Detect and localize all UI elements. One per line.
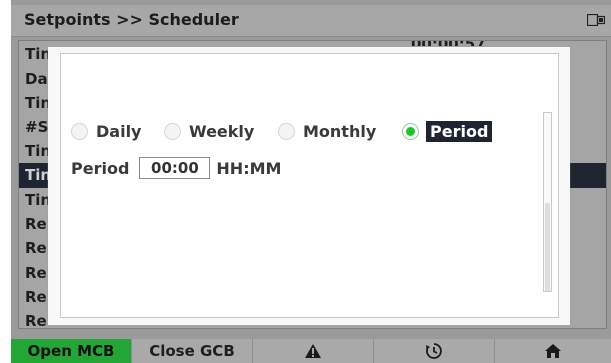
radio-circle-checked[interactable] — [402, 122, 419, 140]
header-bar: Setpoints >> Scheduler — [11, 5, 611, 37]
alarm-button[interactable] — [253, 339, 374, 363]
radio-circle[interactable] — [164, 122, 181, 140]
radio-label: Daily — [96, 121, 142, 141]
close-gcb-button[interactable]: Close GCB — [132, 339, 253, 363]
bottom-bar: Open MCB Close GCB — [11, 339, 611, 363]
radio-circle[interactable] — [278, 122, 295, 140]
radio-circle[interactable] — [71, 122, 88, 140]
dialog-content: Daily Weekly Monthly Period Period 00:00… — [60, 53, 559, 318]
home-icon — [545, 344, 561, 358]
period-unit: HH:MM — [216, 158, 282, 178]
radio-label: Weekly — [189, 121, 255, 141]
warning-icon — [305, 344, 321, 358]
page-title: Setpoints >> Scheduler — [24, 10, 239, 29]
radio-daily[interactable]: Daily — [71, 119, 141, 143]
battery-icon — [587, 14, 605, 26]
history-button[interactable] — [374, 339, 495, 363]
radio-period[interactable]: Period — [402, 119, 493, 143]
open-mcb-button[interactable]: Open MCB — [11, 339, 132, 363]
history-icon — [426, 343, 442, 359]
period-label: Period — [71, 158, 130, 178]
open-mcb-label: Open MCB — [27, 342, 115, 360]
close-gcb-label: Close GCB — [149, 342, 235, 360]
radio-weekly[interactable]: Weekly — [164, 119, 254, 143]
period-row: Period 00:00 HH:MM — [71, 155, 281, 181]
schedule-dialog: Daily Weekly Monthly Period Period 00:00… — [48, 47, 570, 325]
period-input[interactable]: 00:00 — [139, 157, 211, 179]
dialog-scrollbar[interactable] — [543, 112, 552, 292]
radio-monthly[interactable]: Monthly — [278, 119, 376, 143]
partial-value: 00:00:57 — [411, 41, 486, 46]
radio-label-selected: Period — [426, 120, 493, 142]
radio-label: Monthly — [303, 121, 377, 141]
home-button[interactable] — [495, 339, 611, 363]
scrollbar-thumb[interactable] — [545, 203, 550, 291]
